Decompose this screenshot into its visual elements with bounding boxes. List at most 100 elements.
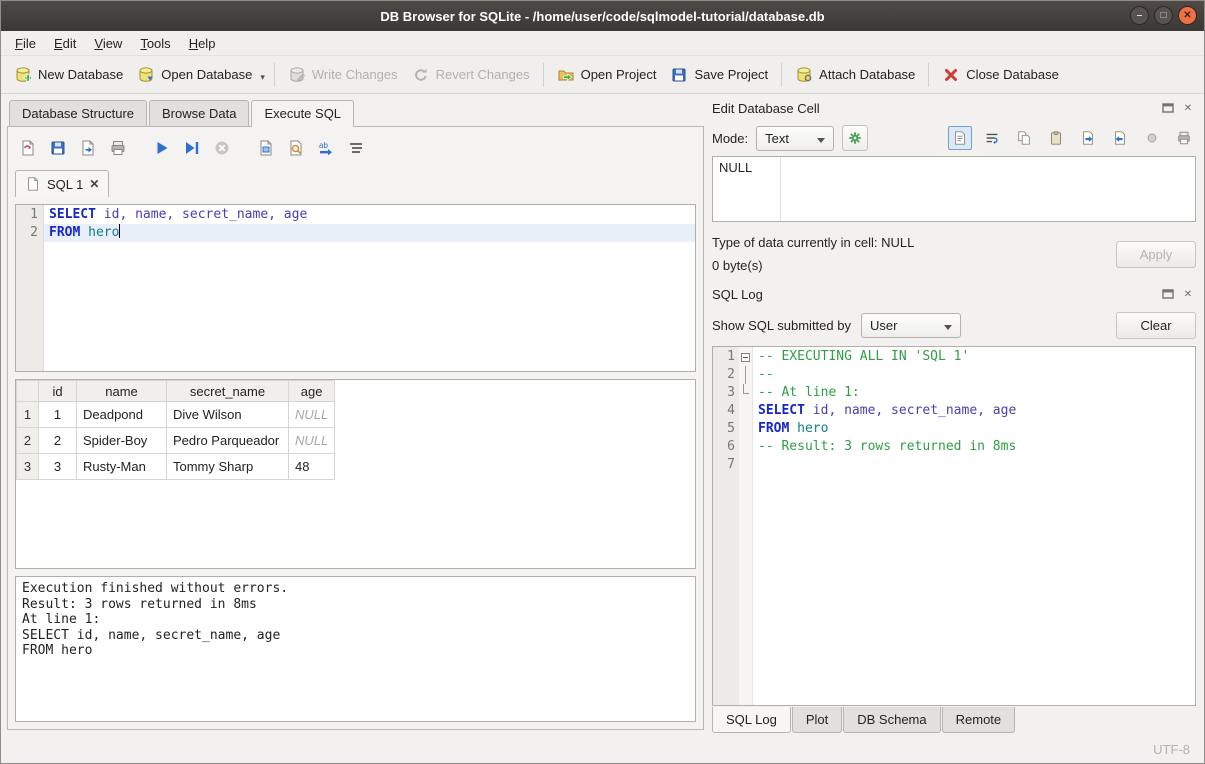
cell-name[interactable]: Deadpond [77,402,167,428]
find-button[interactable] [283,135,309,161]
import-icon [1080,130,1096,146]
tab-execute-sql[interactable]: Execute SQL [251,100,354,127]
cell-name[interactable]: Spider-Boy [77,428,167,454]
dock-tab-plot[interactable]: Plot [792,707,842,733]
new-database-button[interactable]: New Database [7,61,130,89]
float-dock-button[interactable] [1160,100,1176,116]
cell-id[interactable]: 1 [39,402,77,428]
find-replace-button[interactable]: ab [313,135,339,161]
set-null-button[interactable] [1140,126,1164,150]
open-file-in-tab-button[interactable] [75,135,101,161]
float-dock-button[interactable] [1160,286,1176,302]
close-button[interactable]: ✕ [1178,6,1197,25]
column-header-age[interactable]: age [289,381,335,402]
word-wrap-button[interactable] [980,126,1004,150]
cell-age[interactable]: NULL [289,428,335,454]
right-pane: Edit Database Cell ✕ Mode: Text [704,94,1204,736]
close-dock-button[interactable]: ✕ [1180,286,1196,302]
maximize-icon: □ [1160,10,1166,21]
dock-tab-sql-log[interactable]: SQL Log [712,707,791,733]
app-window: DB Browser for SQLite - /home/user/code/… [0,0,1205,764]
row-header[interactable]: 1 [17,402,39,428]
row-header[interactable]: 2 [17,428,39,454]
menu-file[interactable]: File [6,33,45,54]
sql-keyword: FROM [49,225,80,240]
text-cursor [119,224,120,238]
print-cell-button[interactable] [1172,126,1196,150]
cell-info-text: Type of data currently in cell: NULL 0 b… [712,235,1116,273]
cell-age[interactable]: NULL [289,402,335,428]
open-sql-file-icon [19,139,37,157]
sql-editor[interactable]: 1 2 SELECT id, name, secret_name, age FR… [15,204,696,372]
minimize-button[interactable]: – [1130,6,1149,25]
editor-code-area[interactable]: SELECT id, name, secret_name, age FROM h… [44,205,695,371]
paste-cell-button[interactable] [1044,126,1068,150]
cell-age[interactable]: 48 [289,454,335,480]
text-view-button[interactable] [948,126,972,150]
message-line: At line 1: [22,612,689,628]
fold-corner [739,384,752,402]
export-data-button[interactable] [1108,126,1132,150]
cell-value: NULL [719,160,752,175]
cell-id[interactable]: 2 [39,428,77,454]
maximize-button[interactable]: □ [1154,6,1173,25]
export-results-button[interactable] [253,135,279,161]
fold-margin [739,347,753,705]
open-database-button[interactable]: Open Database [130,61,259,89]
column-header-secret-name[interactable]: secret_name [167,381,289,402]
cell-name[interactable]: Rusty-Man [77,454,167,480]
save-project-icon [670,66,688,84]
editor-line-numbers: 1 2 [16,205,44,371]
save-project-button[interactable]: Save Project [663,61,775,89]
tab-browse-data[interactable]: Browse Data [149,100,249,126]
save-sql-file-button[interactable] [45,135,71,161]
tab-database-structure[interactable]: Database Structure [9,100,147,126]
print-sql-button[interactable] [105,135,131,161]
open-database-dropdown[interactable]: ▾ [257,64,268,85]
revert-changes-label: Revert Changes [436,67,530,82]
execute-current-line-button[interactable] [179,135,205,161]
execute-all-button[interactable] [149,135,175,161]
cell-secret-name[interactable]: Tommy Sharp [167,454,289,480]
export-icon [1112,130,1128,146]
cell-id[interactable]: 3 [39,454,77,480]
auto-switch-mode-button[interactable] [842,125,868,151]
cell-value-editor[interactable]: NULL [712,156,1196,222]
menu-help[interactable]: Help [180,33,225,54]
column-header-name[interactable]: name [77,381,167,402]
attach-database-button[interactable]: Attach Database [788,61,922,89]
toolbar-separator [274,63,275,87]
fold-marker[interactable] [739,348,752,366]
cell-secret-name[interactable]: Dive Wilson [167,402,289,428]
sql-tab-close-icon[interactable]: ✕ [89,177,99,191]
dock-tab-remote[interactable]: Remote [942,707,1016,733]
log-code-area[interactable]: -- EXECUTING ALL IN 'SQL 1' -- -- At lin… [753,347,1195,705]
write-changes-icon [288,66,306,84]
cell-secret-name[interactable]: Pedro Parqueador [167,428,289,454]
sql-tab[interactable]: SQL 1 ✕ [15,170,109,197]
log-filter-select[interactable]: User [861,313,961,338]
sql-log-view[interactable]: 1 2 3 4 5 6 7 -- EXECUTING ALL IN 'SQL 1… [712,346,1196,706]
menu-edit[interactable]: Edit [45,33,85,54]
corner-header[interactable] [17,381,39,402]
auto-format-button[interactable] [343,135,369,161]
table-row: 2 2 Spider-Boy Pedro Parqueador NULL [17,428,335,454]
row-header[interactable]: 3 [17,454,39,480]
copy-cell-button[interactable] [1012,126,1036,150]
log-filter-value: User [870,318,897,333]
import-data-button[interactable] [1076,126,1100,150]
new-database-label: New Database [38,67,123,82]
close-dock-button[interactable]: ✕ [1180,100,1196,116]
cell-editor-area[interactable] [781,157,1195,221]
dock-tab-db-schema[interactable]: DB Schema [843,707,940,733]
menu-tools[interactable]: Tools [131,33,179,54]
sql-table-name: hero [789,421,828,436]
clear-log-button[interactable]: Clear [1116,312,1196,339]
open-sql-file-button[interactable] [15,135,41,161]
write-changes-label: Write Changes [312,67,398,82]
mode-select[interactable]: Text [756,126,834,151]
close-database-button[interactable]: Close Database [935,61,1066,89]
column-header-id[interactable]: id [39,381,77,402]
menu-view[interactable]: View [85,33,131,54]
open-project-button[interactable]: Open Project [550,61,664,89]
